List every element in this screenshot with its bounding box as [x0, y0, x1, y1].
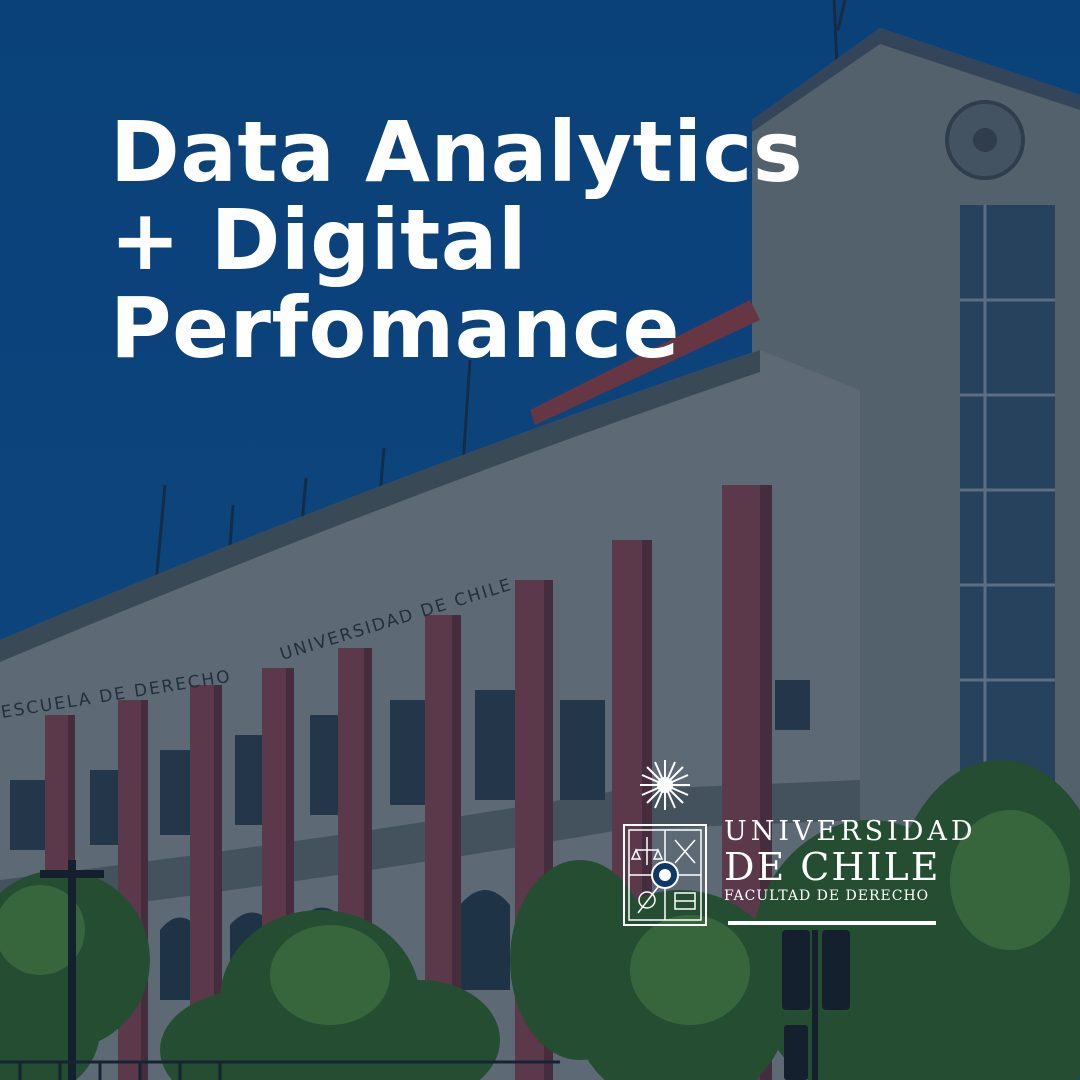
headline-line-2: + Digital	[110, 191, 528, 289]
university-logo: UNIVERSIDAD DE CHILE FACULTAD DE DERECHO	[620, 755, 973, 930]
headline-line-1: Data Analytics	[110, 103, 804, 201]
logo-line-universidad: UNIVERSIDAD	[724, 816, 977, 847]
headline-line-3: Perfomance	[110, 279, 680, 377]
headline: Data Analytics + Digital Perfomance	[110, 108, 803, 372]
university-crest-icon	[623, 760, 707, 926]
logo-wordmark: UNIVERSIDAD DE CHILE FACULTAD DE DERECHO	[724, 817, 977, 905]
logo-underline	[728, 921, 936, 925]
logo-line-de-chile: DE CHILE	[724, 845, 941, 889]
logo-line-facultad: FACULTAD DE DERECHO	[724, 888, 930, 904]
hero-banner: ESCUELA DE DERECHO UNIVERSIDAD DE CHILE	[0, 0, 1080, 1080]
